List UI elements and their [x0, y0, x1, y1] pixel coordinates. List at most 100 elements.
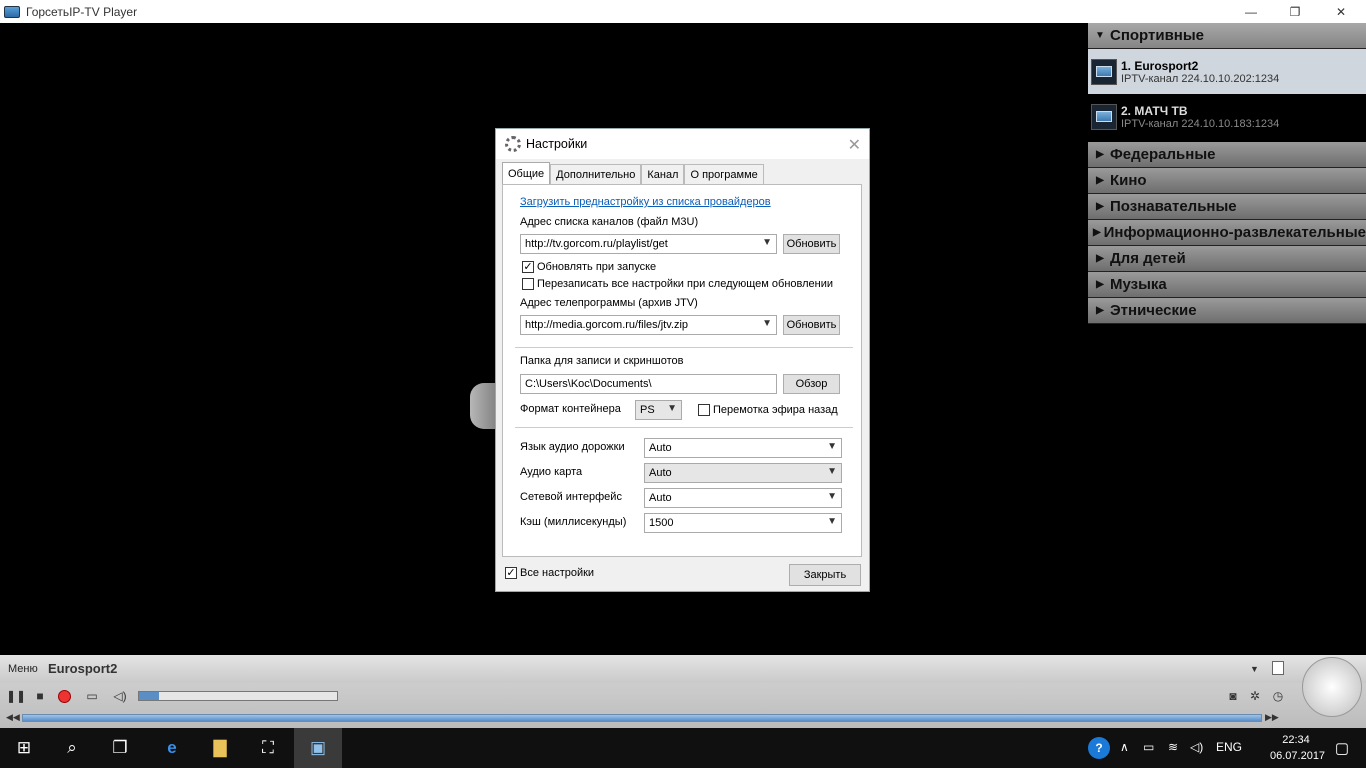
record-icon[interactable]: [56, 688, 72, 704]
cache-select[interactable]: 1500 ▼: [644, 513, 842, 533]
update-epg-button[interactable]: Обновить: [783, 315, 840, 335]
cache-value: 1500: [649, 517, 674, 529]
category-federal[interactable]: ▶ Федеральные: [1088, 142, 1366, 168]
tv-icon: [1091, 103, 1117, 130]
close-window-button[interactable]: ✕: [1318, 0, 1364, 23]
close-dialog-button[interactable]: Закрыть: [789, 564, 861, 586]
chevron-down-icon: ▼: [827, 466, 837, 477]
overwrite-settings-label: Перезаписать все настройки при следующем…: [537, 278, 834, 290]
category-label: Этнические: [1110, 302, 1197, 319]
category-label: Музыка: [1110, 276, 1167, 293]
store-icon[interactable]: ⛶: [244, 728, 292, 768]
chevron-down-icon[interactable]: ▼: [1250, 664, 1259, 674]
playlist-icon[interactable]: [1272, 661, 1284, 675]
chevron-down-icon: ▼: [762, 318, 772, 329]
search-icon[interactable]: ⌕: [48, 728, 96, 768]
playlist-url-combo[interactable]: http://tv.gorcom.ru/playlist/get ▼: [520, 234, 777, 254]
rewind-icon[interactable]: ◀◀: [6, 712, 20, 723]
channel-item[interactable]: 2. МАТЧ ТВ IPTV-канал 224.10.10.183:1234: [1088, 94, 1366, 139]
settings-gear-icon[interactable]: ✲: [1247, 688, 1263, 704]
divider: [515, 347, 853, 348]
audio-card-select[interactable]: Auto ▼: [644, 463, 842, 483]
category-label: Спортивные: [1110, 27, 1205, 44]
browse-button[interactable]: Обзор: [783, 374, 840, 394]
edge-browser-icon[interactable]: e: [148, 728, 196, 768]
iptv-player-taskbar-icon[interactable]: ▣: [294, 728, 342, 768]
navigation-dial[interactable]: [1302, 657, 1362, 717]
channel-item[interactable]: 1. Eurosport2 IPTV-канал 224.10.10.202:1…: [1088, 49, 1366, 94]
channel-panel: ▼ Спортивные 1. Eurosport2 IPTV-канал 22…: [1088, 23, 1366, 655]
epg-url-combo[interactable]: http://media.gorcom.ru/files/jtv.zip ▼: [520, 315, 777, 335]
player-control-bar: Меню Eurosport2 ▼ ❚❚ ■ ▭ ◁) ◙ ✲ ◷ ◀◀ ▶▶: [0, 655, 1366, 728]
clock-date: 06.07.2017: [1270, 750, 1326, 762]
help-icon[interactable]: ?: [1088, 737, 1110, 759]
update-on-start-checkbox[interactable]: ✓: [522, 261, 534, 273]
task-view-icon[interactable]: ❐: [96, 728, 144, 768]
timeshift-checkbox[interactable]: [698, 404, 710, 416]
chevron-right-icon: ▶: [1096, 279, 1104, 290]
volume-fill: [139, 692, 159, 700]
dialog-title: Настройки: [526, 137, 588, 151]
audio-lang-label: Язык аудио дорожки: [520, 441, 625, 453]
camera-icon[interactable]: ◙: [1225, 688, 1241, 704]
folder-icon[interactable]: ▭: [84, 688, 100, 704]
chevron-right-icon: ▶: [1096, 175, 1104, 186]
channel-name: 1. Eurosport2: [1121, 58, 1199, 73]
update-playlist-button[interactable]: Обновить: [783, 234, 840, 254]
all-settings-checkbox[interactable]: ✓: [505, 567, 517, 579]
windows-start-icon[interactable]: ⊞: [0, 728, 48, 768]
tab-general[interactable]: Общие: [502, 162, 551, 184]
container-format-select[interactable]: PS ▼: [635, 400, 682, 420]
language-indicator[interactable]: ENG: [1216, 740, 1242, 754]
category-label: Для детей: [1110, 250, 1186, 267]
volume-slider[interactable]: [138, 691, 338, 701]
wifi-icon[interactable]: ≋: [1168, 740, 1178, 754]
battery-icon[interactable]: ▭: [1143, 740, 1154, 754]
load-preset-link[interactable]: Загрузить преднастройку из списка провай…: [520, 196, 771, 208]
minimize-button[interactable]: —: [1228, 0, 1274, 23]
channel-info: IPTV-канал 224.10.10.183:1234: [1121, 117, 1280, 130]
stop-icon[interactable]: ■: [32, 688, 48, 704]
volume-icon[interactable]: ◁): [112, 688, 128, 704]
epg-url-value: http://media.gorcom.ru/files/jtv.zip: [525, 319, 689, 331]
divider: [515, 427, 853, 428]
settings-dialog: Настройки ✕ Общие Дополнительно Канал О …: [495, 128, 870, 592]
seek-bar[interactable]: [22, 714, 1262, 722]
all-settings-label: Все настройки: [520, 567, 595, 579]
pause-icon[interactable]: ❚❚: [6, 688, 26, 704]
tab-bar: Общие Дополнительно Канал О программе: [502, 162, 764, 184]
tab-about[interactable]: О программе: [684, 164, 764, 184]
app-window: ГорсетьIP-TV Player — ❐ ✕ ▼ Спортивные 1…: [0, 0, 1366, 768]
menu-button[interactable]: Меню: [8, 663, 38, 675]
gear-icon: [505, 136, 521, 152]
update-on-start-label: Обновлять при запуске: [537, 261, 657, 273]
tab-channel[interactable]: Канал: [641, 164, 685, 184]
chevron-up-icon[interactable]: ∧: [1120, 740, 1129, 754]
forward-icon[interactable]: ▶▶: [1265, 712, 1279, 723]
category-cinema[interactable]: ▶ Кино: [1088, 168, 1366, 194]
speaker-icon[interactable]: ◁): [1190, 740, 1203, 754]
file-explorer-icon[interactable]: ▇: [196, 728, 244, 768]
overwrite-settings-checkbox[interactable]: [522, 278, 534, 290]
title-bar: ГорсетьIP-TV Player — ❐ ✕: [0, 0, 1366, 23]
clock[interactable]: 22:34 06.07.2017: [1270, 732, 1325, 764]
tab-advanced[interactable]: Дополнительно: [550, 164, 642, 184]
folder-value: C:\Users\Koc\Documents\: [525, 378, 652, 390]
category-ethnic[interactable]: ▶ Этнические: [1088, 298, 1366, 324]
restore-button[interactable]: ❐: [1272, 0, 1318, 23]
epg-label: Адрес телепрограммы (архив JTV): [520, 297, 698, 309]
audio-lang-select[interactable]: Auto ▼: [644, 438, 842, 458]
category-kids[interactable]: ▶ Для детей: [1088, 246, 1366, 272]
close-icon[interactable]: ✕: [848, 135, 861, 155]
category-sports[interactable]: ▼ Спортивные: [1088, 23, 1366, 49]
timeshift-label: Перемотка эфира назад: [713, 404, 838, 416]
clock-icon[interactable]: ◷: [1270, 688, 1286, 704]
folder-input[interactable]: C:\Users\Koc\Documents\: [520, 374, 777, 394]
notifications-icon[interactable]: ▢: [1318, 728, 1366, 768]
category-info-entertainment[interactable]: ▶ Информационно-развлекательные: [1088, 220, 1366, 246]
category-educational[interactable]: ▶ Познавательные: [1088, 194, 1366, 220]
net-iface-select[interactable]: Auto ▼: [644, 488, 842, 508]
category-label: Познавательные: [1110, 198, 1237, 215]
category-music[interactable]: ▶ Музыка: [1088, 272, 1366, 298]
dialog-title-bar: Настройки: [496, 129, 869, 159]
